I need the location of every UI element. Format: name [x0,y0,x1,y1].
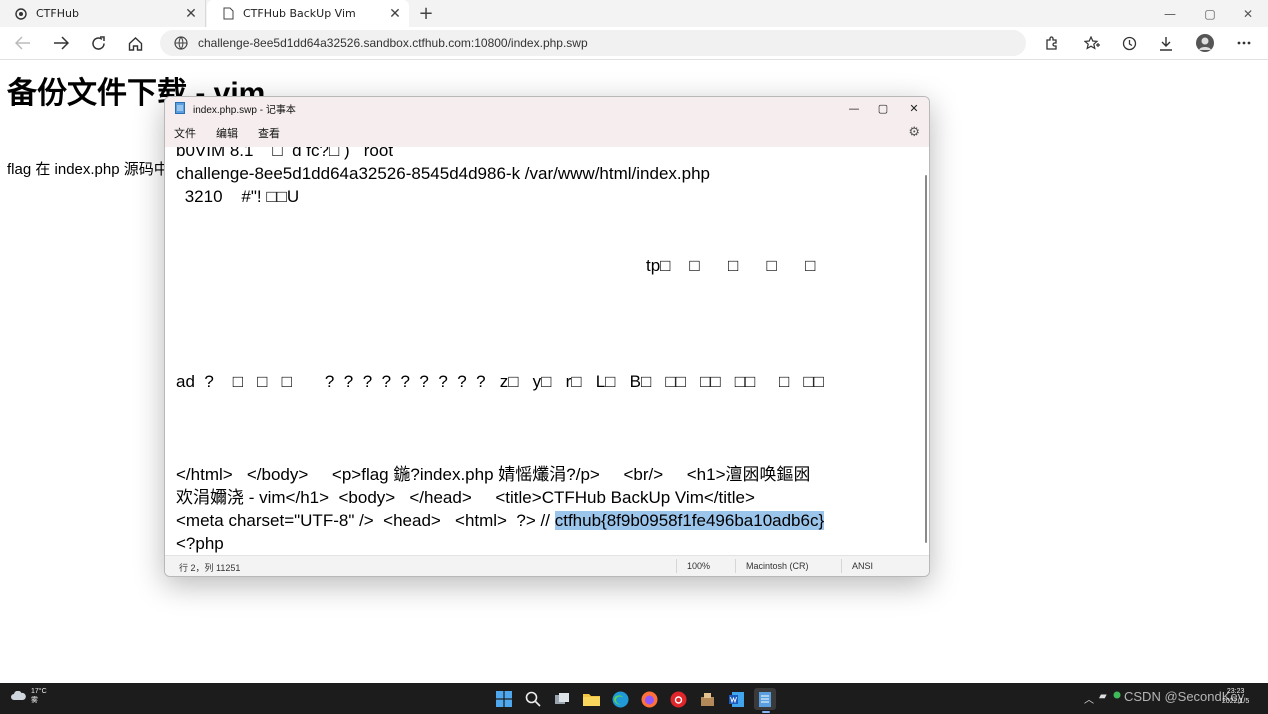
tab-title: CTFHub [36,7,79,20]
page-favicon-icon [221,7,235,21]
editor-line: <?php [176,534,224,553]
page-paragraph: flag 在 index.php 源码中 [7,161,169,178]
notepad-title: index.php.swp - 记事本 [193,104,296,116]
tab-ctfhub-backup-vim[interactable]: CTFHub BackUp Vim ✕ [207,0,409,27]
browser-toolbar [0,27,1268,60]
notepad-taskbar-icon[interactable] [754,688,776,710]
app-icon[interactable] [696,688,718,710]
editor-line: ad ? □ □ □ ? ? ? ? ? ? ? ? ? z□ y□ r□ L□… [176,372,824,391]
cursor-position: 行 2，列 11251 [179,563,241,573]
address-bar[interactable] [160,30,1026,56]
notepad-window: index.php.swp - 记事本 — ▢ ✕ 文件 编辑 查看 ⚙ b0V… [164,96,930,577]
tab-ctfhub[interactable]: CTFHub ✕ [0,0,206,27]
editor-line: </html> </body> <p>flag 鍦?index.php 婧愮爜涓… [176,465,811,484]
profile-avatar[interactable] [1193,32,1217,54]
text-encoding: ANSI [852,561,874,571]
vertical-scrollbar[interactable] [925,175,927,543]
more-icon[interactable] [1232,32,1256,54]
downloads-icon[interactable] [1154,32,1178,54]
chevron-up-icon[interactable]: ︿ [1084,691,1094,706]
ctfhub-favicon-icon [14,7,28,21]
clock-date: 2022/1/5 [1222,698,1250,705]
notepad-statusbar: 行 2，列 11251 100% Macintosh (CR) ANSI [165,555,929,576]
editor-line: tp□ □ □ □ □ [646,256,816,275]
network-icon[interactable]: ▰ [1099,691,1107,702]
notepad-close-icon[interactable]: ✕ [899,97,929,119]
notepad-minimize-icon[interactable]: — [839,97,869,119]
selected-flag-text[interactable]: ctfhub{8f9b0958f1fe496ba10adb6c} [554,511,825,530]
netease-music-icon[interactable] [667,688,689,710]
firefox-icon[interactable] [638,688,660,710]
site-info-icon[interactable] [174,36,188,50]
home-icon[interactable] [123,32,147,54]
forward-icon[interactable] [49,32,73,54]
windows-taskbar: 17°C 雾 ︿ ▰ [0,683,1268,714]
word-icon[interactable] [725,688,747,710]
maximize-icon[interactable]: ▢ [1190,0,1230,27]
zoom-level: 100% [687,561,711,571]
clock-time: 23:23 [1226,688,1245,695]
active-app-indicator [762,711,770,713]
start-icon[interactable] [493,688,515,710]
close-tab-icon[interactable]: ✕ [183,6,199,22]
close-window-icon[interactable]: ✕ [1228,0,1268,27]
editor-line: 3210 #"! □□U [180,187,300,206]
minimize-icon[interactable]: — [1150,0,1190,27]
editor-text: <meta charset="UTF-8" /> <head> <html> ?… [176,511,555,530]
browser-tab-bar: CTFHub ✕ CTFHub BackUp Vim ✕ + — ▢ ✕ [0,0,1268,27]
extensions-icon[interactable] [1039,32,1063,54]
editor-line: challenge-8ee5d1dd64a32526-8545d4d986-k … [176,164,710,183]
weather-widget[interactable]: 17°C 雾 [10,687,47,705]
cloud-icon [11,691,26,700]
menu-view[interactable]: 查看 [258,125,280,141]
menu-file[interactable]: 文件 [174,125,196,141]
notepad-titlebar[interactable]: index.php.swp - 记事本 — ▢ ✕ [165,97,929,119]
new-tab-button[interactable]: + [416,3,436,24]
settings-gear-icon[interactable]: ⚙ [908,125,920,140]
notepad-app-icon [175,102,185,114]
back-icon[interactable] [11,32,35,54]
editor-line: 欢涓嬭浇 - vim</h1> <body> </head> <title>CT… [176,488,755,507]
url-input[interactable] [198,36,958,50]
edge-browser-icon[interactable] [609,688,631,710]
refresh-icon[interactable] [86,32,110,54]
tray-app-icon[interactable] [1113,691,1121,702]
favorites-icon[interactable] [1080,32,1104,54]
menu-edit[interactable]: 编辑 [216,125,238,141]
notepad-maximize-icon[interactable]: ▢ [868,97,898,119]
task-view-icon[interactable] [551,688,573,710]
weather-description: 雾 [31,697,38,704]
tab-title: CTFHub BackUp Vim [243,7,356,20]
system-clock[interactable]: 23:23 2022/1/5 [1222,687,1249,707]
file-explorer-icon[interactable] [580,688,602,710]
notepad-menubar: 文件 编辑 查看 ⚙ [165,119,929,147]
editor-line: b0VIM 8.1 □ d fc?□ ) root [176,147,394,160]
line-ending: Macintosh (CR) [746,561,809,571]
close-tab-icon[interactable]: ✕ [387,6,403,22]
history-icon[interactable] [1117,32,1141,54]
weather-temperature: 17°C [31,688,47,695]
search-icon[interactable] [522,688,544,710]
notepad-text-editor[interactable]: b0VIM 8.1 □ d fc?□ ) root challenge-8ee5… [165,147,921,555]
editor-line: <meta charset="UTF-8" /> <head> <html> ?… [176,509,825,532]
